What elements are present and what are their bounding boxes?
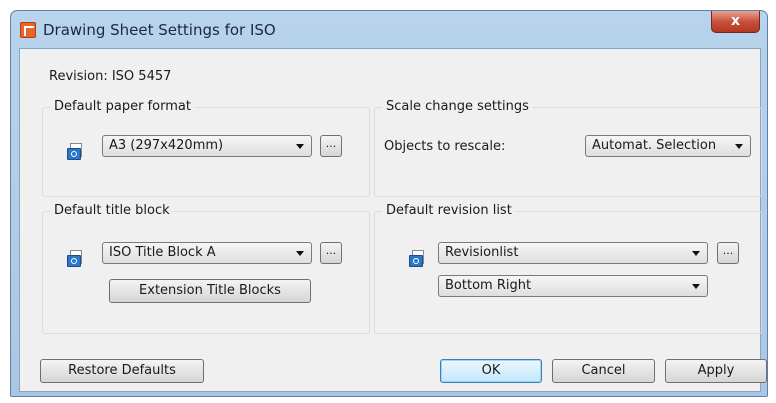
revision-list-position-value: Bottom Right: [445, 278, 532, 293]
objects-to-rescale-label: Objects to rescale:: [384, 139, 506, 154]
paper-format-value: A3 (297x420mm): [109, 138, 224, 153]
apply-button[interactable]: Apply: [665, 359, 767, 383]
app-icon: [20, 22, 36, 38]
chevron-down-icon: [735, 144, 743, 149]
paper-format-dropdown[interactable]: A3 (297x420mm): [102, 135, 312, 157]
objects-to-rescale-dropdown[interactable]: Automat. Selection: [585, 135, 751, 157]
close-button[interactable]: x: [711, 11, 760, 33]
revision-list-browse-button[interactable]: ...: [717, 242, 739, 264]
title-block-group-title: Default title block: [50, 203, 174, 218]
paper-format-group: Default paper format A3 (297x420mm) ...: [42, 99, 370, 197]
extension-title-blocks-button[interactable]: Extension Title Blocks: [109, 279, 311, 303]
revision-list-group: Default revision list Revisionlist ... B…: [374, 203, 762, 334]
objects-to-rescale-value: Automat. Selection: [592, 138, 717, 153]
chevron-down-icon: [692, 251, 700, 256]
paper-format-browse-button[interactable]: ...: [320, 135, 342, 157]
revision-label: Revision: ISO 5457: [49, 69, 172, 84]
revision-list-dropdown[interactable]: Revisionlist: [438, 242, 708, 264]
ok-button[interactable]: OK: [440, 359, 542, 383]
chevron-down-icon: [296, 144, 304, 149]
revision-list-value: Revisionlist: [445, 245, 519, 260]
scale-settings-group: Scale change settings Objects to rescale…: [374, 99, 762, 197]
title-block-group: Default title block ISO Title Block A ..…: [42, 203, 370, 334]
chevron-down-icon: [296, 251, 304, 256]
restore-defaults-button[interactable]: Restore Defaults: [40, 359, 204, 383]
revision-list-position-dropdown[interactable]: Bottom Right: [438, 275, 708, 297]
revision-list-group-title: Default revision list: [382, 203, 516, 218]
title-block-dropdown[interactable]: ISO Title Block A: [102, 242, 312, 264]
title-bar[interactable]: Drawing Sheet Settings for ISO x: [11, 11, 767, 49]
drawing-sheet-icon: [409, 250, 425, 268]
dialog-window: Drawing Sheet Settings for ISO x Revisio…: [10, 10, 768, 397]
drawing-sheet-icon: [67, 250, 83, 268]
chevron-down-icon: [692, 284, 700, 289]
cancel-button[interactable]: Cancel: [552, 359, 655, 383]
scale-settings-group-title: Scale change settings: [382, 99, 533, 114]
paper-format-group-title: Default paper format: [50, 99, 195, 114]
window-title: Drawing Sheet Settings for ISO: [43, 21, 276, 39]
title-block-value: ISO Title Block A: [109, 245, 216, 260]
title-block-browse-button[interactable]: ...: [320, 242, 342, 264]
drawing-sheet-icon: [67, 143, 83, 161]
dialog-body: Revision: ISO 5457 Default paper format …: [19, 48, 767, 392]
